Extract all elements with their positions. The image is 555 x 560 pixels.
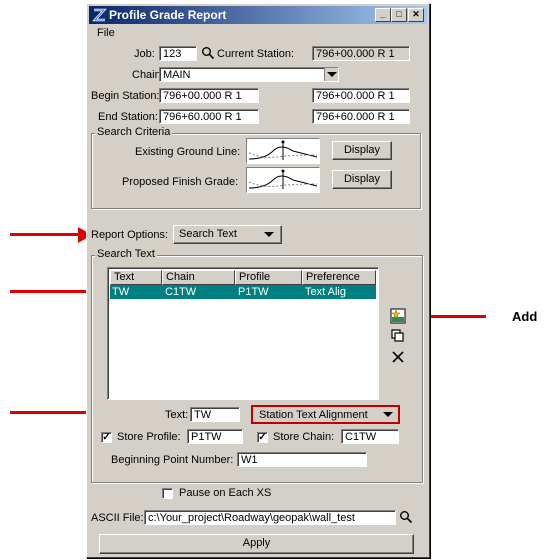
job-label: Job: <box>134 48 155 60</box>
store-chain-checkbox[interactable]: ✓ <box>257 432 268 443</box>
close-button[interactable]: ✕ <box>408 8 424 22</box>
annotation-add-label: Add <box>512 309 538 324</box>
store-profile-label: Store Profile: <box>117 431 181 443</box>
begin-station-field-1[interactable]: 796+00.000 R 1 <box>159 88 259 103</box>
annotation-arrow-row <box>10 290 90 293</box>
cell-chain: C1TW <box>165 286 197 298</box>
title-bar: Profile Grade Report _ □ ✕ <box>89 6 427 24</box>
window-title: Profile Grade Report <box>109 8 227 22</box>
pause-checkbox[interactable] <box>162 488 173 499</box>
alignment-dropdown[interactable]: Station Text Alignment <box>251 405 400 424</box>
store-chain-label: Store Chain: <box>273 431 335 443</box>
copy-icon[interactable] <box>391 329 405 343</box>
menu-file[interactable]: File <box>97 27 115 39</box>
profile-grade-report-window: Profile Grade Report _ □ ✕ File Job: 123… <box>86 3 430 558</box>
end-station-label: End Station: <box>98 111 158 123</box>
cell-preference: Text Alig <box>305 286 346 298</box>
alignment-value: Station Text Alignment <box>259 409 368 421</box>
store-profile-field[interactable]: P1TW <box>187 429 243 444</box>
search-icon[interactable] <box>201 46 215 60</box>
annotation-arrow-report-options <box>10 233 84 236</box>
chevron-down-icon <box>264 232 274 237</box>
begin-station-field-2[interactable]: 796+00.000 R 1 <box>312 88 410 103</box>
menu-bar: File <box>89 25 427 42</box>
apply-button[interactable]: Apply <box>99 534 414 554</box>
text-label: Text: <box>165 409 189 421</box>
text-field[interactable]: TW <box>190 407 240 422</box>
current-station-field: 796+00.000 R 1 <box>312 46 410 61</box>
ascii-file-field[interactable]: c:\Your_project\Roadway\geopak\wall_test <box>144 510 396 525</box>
chevron-down-icon <box>383 412 393 417</box>
add-icon[interactable] <box>390 308 406 324</box>
column-profile[interactable]: Profile <box>235 270 302 285</box>
beginning-point-label: Beginning Point Number: <box>111 454 234 466</box>
column-preference[interactable]: Preference <box>302 270 376 285</box>
list-header: Text Chain Profile Preference <box>110 270 376 285</box>
existing-ground-label: Existing Ground Line: <box>135 146 241 158</box>
chevron-down-icon <box>324 68 338 81</box>
report-options-label: Report Options: <box>91 229 169 241</box>
report-options-value: Search Text <box>179 228 237 240</box>
store-profile-checkbox[interactable]: ✓ <box>101 432 112 443</box>
minimize-button[interactable]: _ <box>375 8 391 22</box>
chain-dropdown[interactable]: MAIN <box>159 67 339 82</box>
search-icon[interactable] <box>399 510 413 524</box>
chain-value: MAIN <box>163 69 191 81</box>
pause-label: Pause on Each XS <box>179 487 272 499</box>
begin-station-label: Begin Station: <box>91 90 160 102</box>
search-criteria-title: Search Criteria <box>95 126 173 138</box>
delete-icon[interactable] <box>391 350 405 364</box>
annotation-arrow-add <box>424 315 486 318</box>
cell-text: TW <box>112 286 130 298</box>
column-chain[interactable]: Chain <box>162 270 235 285</box>
ascii-file-label: ASCII File: <box>91 512 144 524</box>
search-text-list[interactable]: Text Chain Profile Preference TW C1TW P1… <box>107 267 379 400</box>
end-station-field-1[interactable]: 796+60.000 R 1 <box>159 109 259 124</box>
column-text[interactable]: Text <box>110 270 162 285</box>
proposed-grade-preview-icon <box>246 167 320 193</box>
end-station-field-2[interactable]: 796+60.000 R 1 <box>312 109 410 124</box>
app-icon <box>92 8 107 22</box>
report-options-dropdown[interactable]: Search Text <box>173 225 282 244</box>
current-station-label: Current Station: <box>217 48 295 60</box>
job-field[interactable]: 123 <box>159 46 197 61</box>
maximize-button[interactable]: □ <box>391 8 407 22</box>
dropdown-arrow <box>327 72 337 77</box>
cell-profile: P1TW <box>238 286 269 298</box>
list-row[interactable]: TW C1TW P1TW Text Alig <box>110 285 376 299</box>
beginning-point-field[interactable]: W1 <box>237 452 367 467</box>
store-chain-field[interactable]: C1TW <box>341 429 399 444</box>
existing-ground-preview-icon <box>246 138 320 164</box>
proposed-display-button[interactable]: Display <box>332 170 392 189</box>
existing-display-button[interactable]: Display <box>332 141 392 160</box>
search-text-title: Search Text <box>95 248 157 260</box>
proposed-grade-label: Proposed Finish Grade: <box>122 176 239 188</box>
